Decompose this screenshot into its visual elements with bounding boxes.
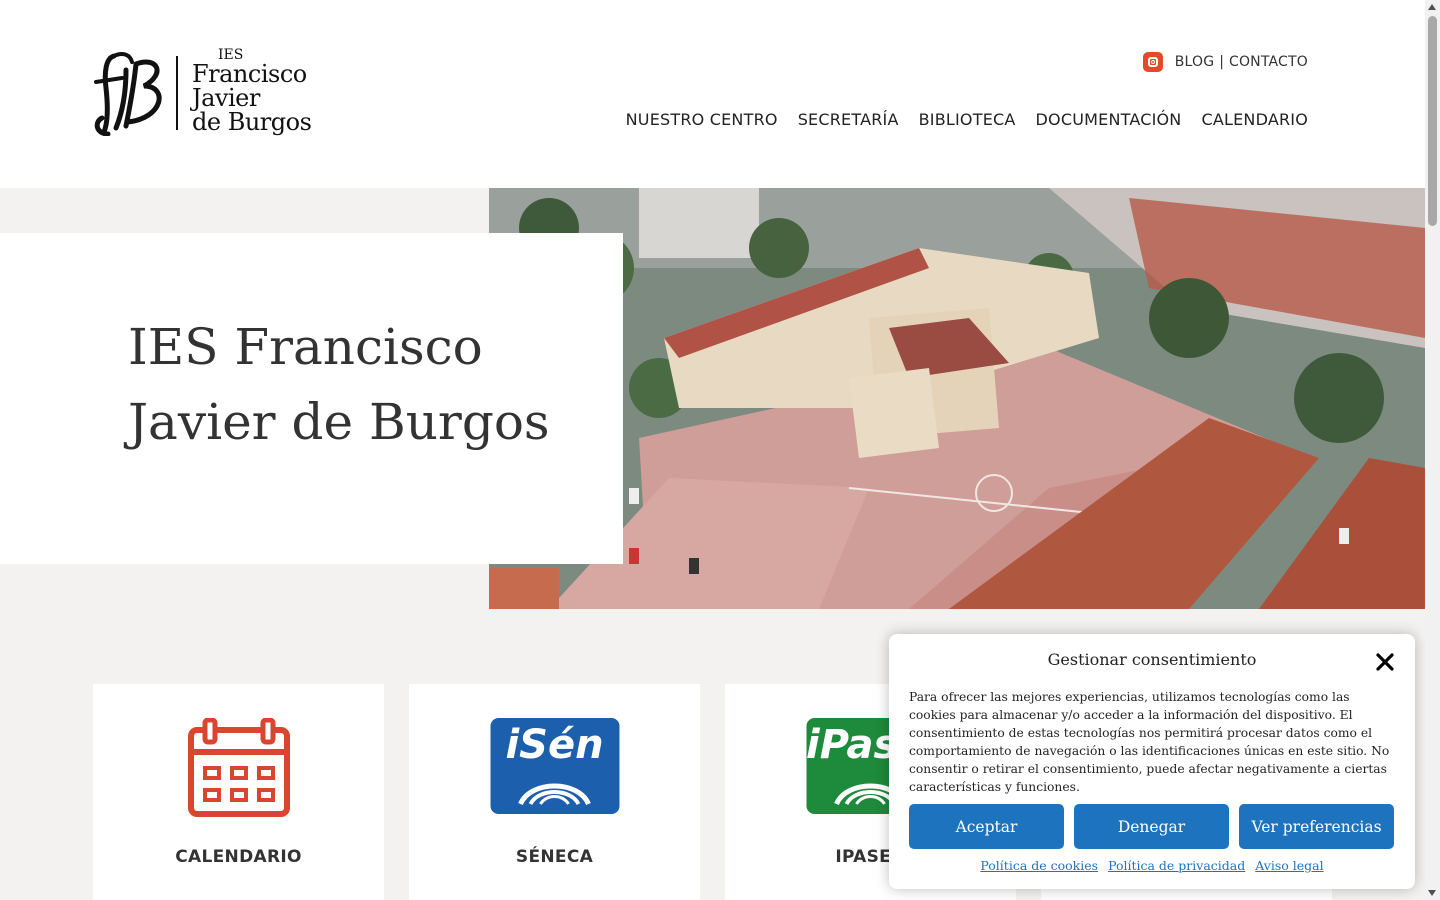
aerial-school-illustration	[489, 188, 1425, 609]
preferences-button[interactable]: Ver preferencias	[1239, 804, 1394, 849]
isen-app-icon: iSén	[490, 718, 619, 814]
consent-title: Gestionar consentimiento	[1047, 650, 1257, 669]
nav-item-biblioteca[interactable]: BIBLIOTECA	[919, 110, 1016, 129]
close-icon[interactable]	[1375, 652, 1395, 672]
logo-wordmark: IES Francisco Javier de Burgos	[192, 48, 312, 136]
consent-links: Política de cookies Política de privacid…	[889, 858, 1415, 873]
hero-title-line-2: Javier de Burgos	[128, 393, 550, 451]
contact-link[interactable]: CONTACTO	[1229, 54, 1308, 70]
nav-item-documentacion[interactable]: DOCUMENTACIÓN	[1036, 110, 1182, 129]
page-scrollbar[interactable]	[1425, 0, 1440, 900]
nav-item-calendario[interactable]: CALENDARIO	[1201, 110, 1308, 129]
card-seneca[interactable]: iSén SÉNECA	[409, 684, 700, 900]
site-header: IES Francisco Javier de Burgos BLOG | CO…	[0, 0, 1425, 188]
card-label: CALENDARIO	[175, 847, 302, 867]
top-utility-bar: BLOG | CONTACTO	[1142, 51, 1308, 73]
logo-line-1: Francisco	[192, 60, 307, 88]
logo-line-3: de Burgos	[192, 108, 312, 136]
cookie-consent-dialog: Gestionar consentimiento Para ofrecer la…	[889, 634, 1415, 889]
deny-button[interactable]: Denegar	[1074, 804, 1229, 849]
main-nav: NUESTRO CENTRO SECRETARÍA BIBLIOTECA DOC…	[626, 110, 1308, 129]
card-calendario[interactable]: CALENDARIO	[93, 684, 384, 900]
scroll-up-arrow-icon[interactable]	[1428, 4, 1436, 10]
blog-link[interactable]: BLOG	[1175, 54, 1215, 70]
logo-line-2: Javier	[192, 84, 260, 112]
scroll-down-arrow-icon[interactable]	[1428, 890, 1436, 896]
accept-button[interactable]: Aceptar	[909, 804, 1064, 849]
legal-notice-link[interactable]: Aviso legal	[1255, 858, 1323, 873]
nav-item-nuestro-centro[interactable]: NUESTRO CENTRO	[626, 110, 778, 129]
cookie-policy-link[interactable]: Política de cookies	[980, 858, 1098, 873]
card-label: SÉNECA	[515, 847, 594, 867]
logo-divider	[176, 56, 178, 130]
nav-item-secretaria[interactable]: SECRETARÍA	[798, 110, 899, 129]
consent-buttons: Aceptar Denegar Ver preferencias	[909, 804, 1394, 849]
privacy-policy-link[interactable]: Política de privacidad	[1108, 858, 1245, 873]
topbar-separator: |	[1219, 54, 1224, 70]
fjb-monogram-icon	[94, 52, 162, 136]
site-logo[interactable]: IES Francisco Javier de Burgos	[92, 48, 314, 140]
hero-title: IES Francisco Javier de Burgos	[128, 310, 608, 460]
hero-aerial-photo	[489, 188, 1425, 609]
hero-title-line-1: IES Francisco	[128, 318, 483, 376]
instagram-icon[interactable]	[1142, 52, 1163, 72]
consent-message: Para ofrecer las mejores experiencias, u…	[909, 690, 1390, 794]
calendar-icon	[187, 717, 291, 822]
scrollbar-thumb[interactable]	[1428, 16, 1437, 226]
